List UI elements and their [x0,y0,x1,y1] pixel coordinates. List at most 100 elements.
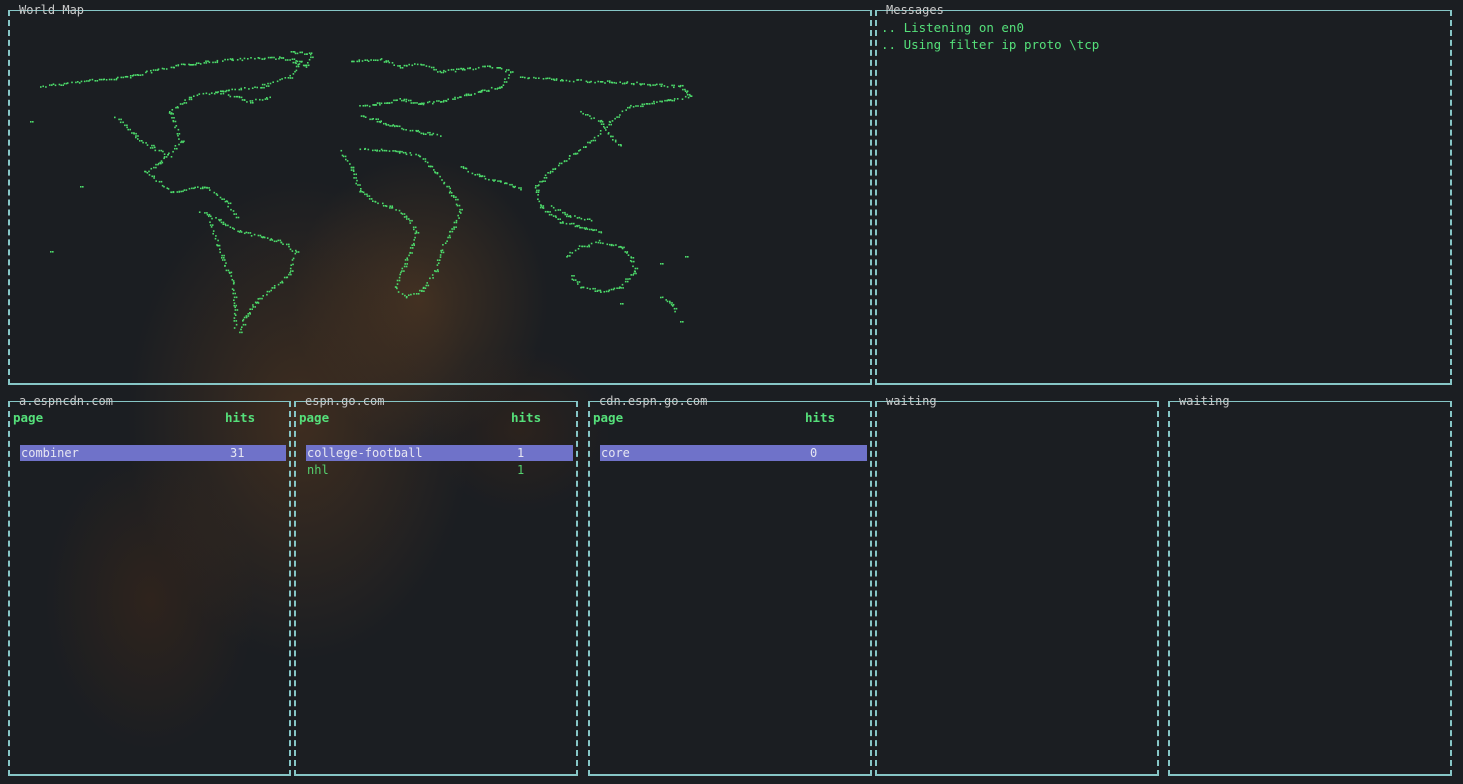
map-dot [395,209,397,211]
map-dot [125,75,128,78]
map-dot [195,62,198,64]
map-dot [606,126,608,128]
map-dot [227,89,230,92]
map-dot [508,74,510,76]
map-dot [569,215,572,217]
table-row[interactable]: core 0 [600,445,867,461]
map-dot [281,78,283,80]
map-dot [633,83,635,86]
map-dot [470,94,472,96]
map-dot [288,245,290,248]
map-dot [392,150,394,152]
map-dot [91,78,94,81]
map-dot [429,133,431,136]
map-dot [135,135,137,137]
map-dot [211,224,214,226]
map-dot [537,185,539,187]
map-dot [290,273,292,276]
map-dot [178,143,180,146]
map-dot [411,252,413,254]
map-dot [685,256,687,258]
map-dot [426,282,428,284]
map-dot [382,202,384,205]
row-hits: 0 [810,446,818,460]
map-dot [436,100,438,102]
map-dot [283,276,286,279]
map-dot [640,105,642,108]
map-dot [590,140,593,142]
map-dot [188,187,191,190]
map-dot [152,69,155,71]
map-dot [242,320,244,322]
map-dot [113,78,116,81]
map-dot [686,91,688,94]
map-dot [682,321,684,323]
map-dot [662,263,664,265]
map-dot [269,82,272,85]
table-row[interactable]: combiner 31 [20,445,286,461]
map-dot [618,287,620,289]
map-dot [239,331,241,334]
map-dot [484,89,486,92]
map-dot [148,170,150,173]
map-dot [161,161,164,164]
map-dot [150,71,153,74]
map-dot [235,304,237,307]
map-dot [436,259,439,261]
map-dot [403,265,406,268]
map-dot [557,209,560,211]
row-page: college-football [307,446,423,460]
map-dot [364,105,367,107]
map-dot [254,306,256,308]
map-dot [579,226,581,229]
map-dot [210,226,213,228]
map-dot [340,149,343,152]
map-dot [568,155,571,157]
map-dot [217,91,219,93]
map-dot [193,95,195,97]
map-dot [426,161,429,164]
map-dot [552,168,554,170]
map-dot [83,80,86,83]
table-row[interactable]: nhl 1 [306,462,573,478]
map-dot [641,103,644,106]
map-dot [161,67,164,70]
map-dot [424,158,427,160]
map-dot [385,124,388,126]
map-dot [653,100,655,103]
map-dot [401,67,404,69]
map-dot [625,109,627,111]
map-dot [580,217,583,220]
map-dot [494,88,496,90]
map-dot [681,98,684,100]
map-dot [548,77,551,80]
map-dot [569,223,571,225]
map-dot [488,90,490,92]
map-dot [602,242,604,245]
map-dot [660,263,662,265]
map-dot [615,244,617,246]
map-dot [154,146,156,149]
map-dot [32,121,34,123]
map-dot [623,246,625,249]
map-dot [684,88,686,91]
map-dot [268,290,271,293]
map-dot [572,279,575,281]
map-dot [403,213,406,215]
map-dot [295,251,298,253]
map-dot [444,242,447,244]
map-dot [450,68,453,71]
map-dot [400,271,402,274]
map-dot [398,279,401,282]
map-dot [619,81,621,83]
map-dot [170,191,173,194]
table-row[interactable]: college-football 1 [306,445,573,461]
map-dot [606,243,609,246]
map-dot [630,274,632,276]
map-dot [429,131,431,134]
map-dot [442,101,445,103]
map-dot [647,83,649,86]
map-dot [442,71,445,74]
map-dot [673,84,675,87]
map-dot [89,79,91,81]
